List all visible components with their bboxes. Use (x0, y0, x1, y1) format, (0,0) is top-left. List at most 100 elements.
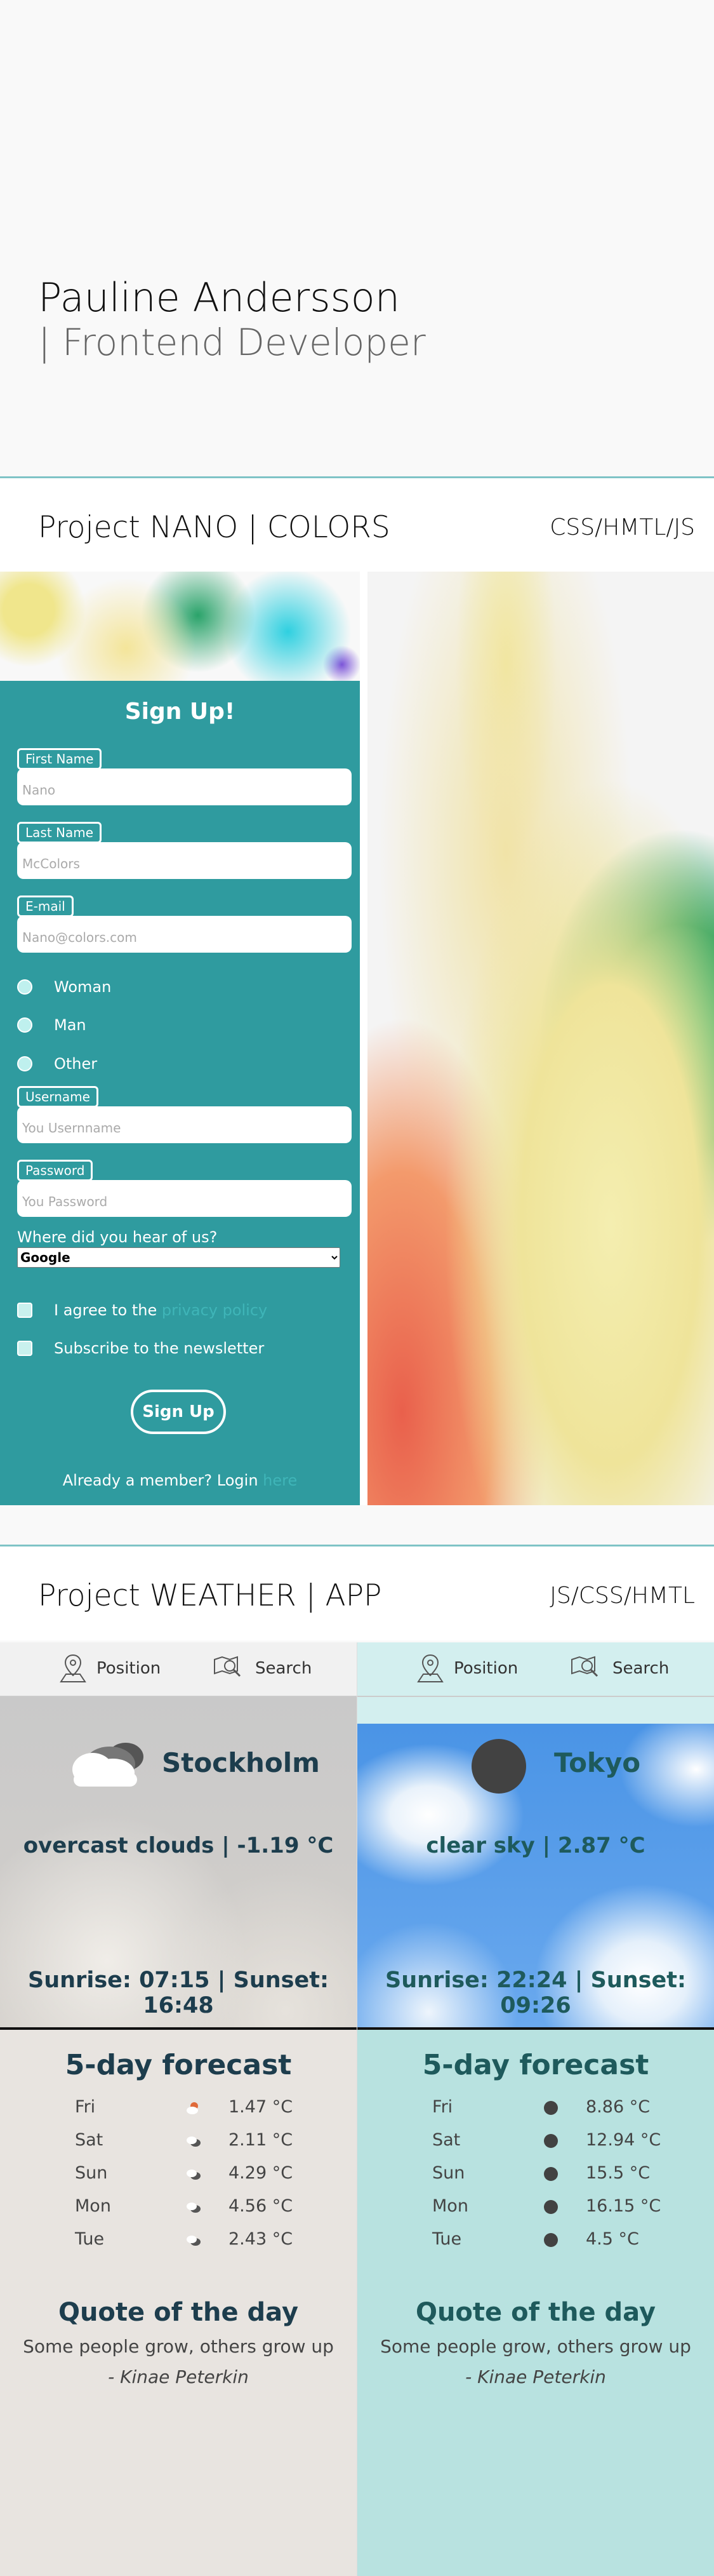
forecast-row: Mon 4.56 °C (0, 2191, 357, 2223)
quote-text: Some people grow, others grow up (23, 2336, 334, 2357)
search-label: Search (612, 1659, 670, 1678)
weather-card-tokyo: Position Search Tokyo clear sky | 2.87 °… (357, 1642, 714, 2576)
privacy-checkbox-row[interactable]: I agree to the privacy policy (17, 1299, 267, 1321)
signup-button[interactable]: Sign Up (131, 1390, 226, 1434)
weather-project-title: Project WEATHER | APP (38, 1578, 382, 1613)
hero-section: Pauline Andersson | Frontend Developer (0, 0, 714, 476)
nano-project-preview: Sign Up! First Name Last Name E-mail Wom… (0, 572, 714, 1505)
developer-name: Pauline Andersson (38, 274, 400, 321)
forecast-row: Mon 16.15 °C (357, 2191, 714, 2223)
newsletter-checkbox[interactable] (17, 1341, 32, 1356)
password-label: Password (17, 1160, 93, 1181)
last-name-field: Last Name (17, 822, 352, 879)
forecast-day: Fri (75, 2097, 96, 2117)
forecast-day: Mon (432, 2196, 468, 2216)
referral-label: Where did you hear of us? (17, 1228, 218, 1246)
quote-text: Some people grow, others grow up (380, 2336, 691, 2357)
weather-card-stockholm: Position Search Stockholm overcast cloud… (0, 1642, 357, 2576)
forecast-row: Sun 15.5 °C (357, 2158, 714, 2190)
weather-nav: Position Search (0, 1642, 357, 1697)
privacy-policy-link[interactable]: privacy policy (162, 1301, 267, 1319)
position-button[interactable]: Position (58, 1653, 161, 1684)
map-pin-icon (60, 1654, 86, 1682)
clear-icon (544, 2233, 558, 2247)
password-field: Password (17, 1160, 352, 1217)
forecast-day: Fri (432, 2097, 453, 2117)
password-input[interactable] (17, 1180, 352, 1217)
forecast-day: Tue (75, 2229, 105, 2249)
nano-tech-stack: CSS/HMTL/JS (550, 514, 695, 540)
search-button[interactable]: Search (569, 1653, 669, 1684)
search-label: Search (255, 1659, 312, 1678)
newsletter-checkbox-row[interactable]: Subscribe to the newsletter (17, 1338, 264, 1359)
forecast-row: Sat 12.94 °C (357, 2125, 714, 2157)
nano-section-header: Project NANO | COLORS CSS/HMTL/JS (0, 478, 714, 572)
gender-label: Woman (54, 978, 112, 996)
first-name-field: First Name (17, 748, 352, 805)
gender-label: Man (54, 1016, 86, 1034)
first-name-label: First Name (17, 748, 102, 770)
search-map-icon (571, 1656, 598, 1677)
gender-option-man[interactable]: Man (17, 1014, 86, 1036)
color-smoke-image (367, 572, 714, 1505)
last-name-label: Last Name (17, 822, 102, 843)
gender-label: Other (54, 1055, 98, 1073)
forecast-temp: 4.29 °C (228, 2163, 293, 2183)
privacy-checkbox[interactable] (17, 1303, 32, 1318)
cloud-icon (187, 2137, 201, 2147)
newsletter-text: Subscribe to the newsletter (54, 1339, 265, 1357)
quote-author: - Kinae Peterkin (465, 2366, 606, 2387)
quote-author: - Kinae Peterkin (108, 2366, 249, 2387)
forecast-day: Sat (75, 2130, 103, 2150)
email-field: E-mail (17, 896, 352, 953)
developer-role: | Frontend Developer (38, 321, 426, 364)
forecast-title: 5-day forecast (65, 2049, 292, 2081)
email-input[interactable] (17, 916, 352, 953)
weather-divider (357, 2027, 714, 2030)
weather-project-preview: Position Search Stockholm overcast cloud… (0, 1642, 714, 2576)
forecast-temp: 1.47 °C (228, 2097, 293, 2117)
username-input[interactable] (17, 1106, 352, 1143)
referral-select[interactable]: Google (17, 1247, 340, 1268)
forecast-row: Sun 4.29 °C (0, 2158, 357, 2190)
login-here-link[interactable]: here (263, 1472, 297, 1489)
current-condition: clear sky | 2.87 °C (426, 1833, 645, 1858)
weather-nav: Position Search (357, 1642, 714, 1697)
search-button[interactable]: Search (212, 1653, 312, 1684)
forecast-temp: 4.5 °C (586, 2229, 639, 2249)
forecast-temp: 8.86 °C (586, 2097, 651, 2117)
city-name: Tokyo (554, 1747, 641, 1778)
gender-option-other[interactable]: Other (17, 1053, 97, 1075)
position-button[interactable]: Position (416, 1653, 518, 1684)
forecast-temp: 15.5 °C (586, 2163, 651, 2183)
cloud-icon (187, 2236, 201, 2246)
forecast-temp: 12.94 °C (586, 2130, 661, 2150)
clear-night-icon (472, 1739, 526, 1794)
clear-icon (544, 2200, 558, 2214)
login-prompt-text: Already a member? Login (62, 1472, 263, 1489)
privacy-text: I agree to the (54, 1301, 162, 1319)
last-name-input[interactable] (17, 842, 352, 879)
forecast-day: Tue (432, 2229, 462, 2249)
header-band (357, 1697, 714, 1725)
radio-button[interactable] (17, 979, 32, 995)
forecast-day: Sat (432, 2130, 461, 2150)
gender-option-woman[interactable]: Woman (17, 976, 111, 998)
cloud-icon (187, 2203, 201, 2213)
radio-button[interactable] (17, 1056, 32, 1071)
panel-divider (360, 572, 367, 1505)
map-pin-icon (417, 1654, 444, 1682)
forecast-title: 5-day forecast (422, 2049, 649, 2081)
weather-section-header: Project WEATHER | APP JS/CSS/HMTL (0, 1546, 714, 1640)
radio-button[interactable] (17, 1017, 32, 1033)
clear-icon (544, 2101, 558, 2115)
clear-icon (544, 2167, 558, 2181)
username-label: Username (17, 1086, 98, 1108)
signup-panel: Sign Up! First Name Last Name E-mail Wom… (0, 572, 360, 1505)
position-label: Position (454, 1659, 519, 1678)
quote-title: Quote of the day (415, 2298, 656, 2327)
login-prompt: Already a member? Login here (0, 1472, 360, 1489)
clear-icon (544, 2134, 558, 2148)
first-name-input[interactable] (17, 768, 352, 805)
weather-divider (0, 2027, 357, 2030)
